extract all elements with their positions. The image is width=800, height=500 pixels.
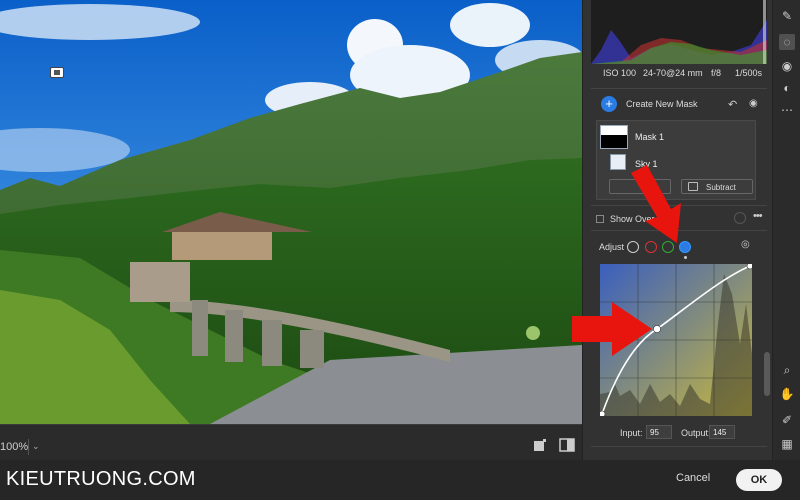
- output-label: Output:: [681, 428, 711, 438]
- divider: [591, 446, 767, 447]
- landscape-photo: [0, 0, 582, 424]
- eye-icon[interactable]: ◉: [749, 98, 758, 109]
- output-field[interactable]: 145: [709, 425, 735, 439]
- lens-value: 24-70@24 mm: [643, 68, 703, 78]
- annotation-arrow-right: [572, 302, 652, 356]
- create-mask-label[interactable]: Create New Mask: [626, 99, 698, 109]
- hand-icon[interactable]: ✋: [779, 386, 795, 402]
- input-label: Input:: [620, 428, 643, 438]
- zoom-level[interactable]: 100%: [0, 441, 28, 453]
- zoom-icon[interactable]: ⌕: [779, 362, 795, 378]
- iso-value: ISO 100: [603, 68, 637, 78]
- mask-thumbnail[interactable]: [600, 125, 628, 149]
- before-after-icon[interactable]: [559, 438, 575, 452]
- presets-icon[interactable]: ◐: [779, 80, 795, 96]
- photo-canvas[interactable]: [0, 0, 582, 424]
- adjust-label: Adjust: [599, 242, 625, 252]
- input-field[interactable]: 95: [646, 425, 672, 439]
- subtract-icon: [688, 182, 698, 191]
- shutter-value: 1/500s: [735, 68, 763, 78]
- aperture-value: f/8: [711, 68, 722, 78]
- camera-info: ISO 100 24-70@24 mm f/8 1/500s: [583, 68, 773, 82]
- targeted-adjustment-icon[interactable]: ◎: [741, 239, 750, 250]
- crop-preview-icon[interactable]: [533, 438, 547, 452]
- divider: [591, 88, 767, 89]
- eyedropper-icon[interactable]: ✐: [779, 412, 795, 428]
- create-mask-button[interactable]: +: [601, 96, 617, 112]
- subtract-label: Subtract: [706, 183, 736, 192]
- selected-channel-indicator: [684, 256, 687, 259]
- show-overlay-checkbox[interactable]: [596, 215, 604, 223]
- zoom-dropdown-icon[interactable]: ⌄: [28, 439, 42, 455]
- watermark-brand: KIEUTRUONG.COM: [6, 468, 196, 490]
- reset-icon[interactable]: ↶: [728, 98, 737, 111]
- ok-button[interactable]: OK: [736, 469, 782, 491]
- panel-scrollbar[interactable]: [764, 352, 770, 396]
- mask-icon[interactable]: ◌: [779, 34, 795, 50]
- canvas-toolbar: 100% ⌄: [0, 424, 582, 460]
- more-options-icon[interactable]: •••: [753, 210, 763, 222]
- histogram: [591, 0, 767, 64]
- annotation-arrow-down: [631, 165, 681, 243]
- more-icon[interactable]: ⋯: [779, 102, 795, 118]
- subtract-button[interactable]: Subtract: [681, 179, 753, 194]
- mask-name[interactable]: Mask 1: [635, 132, 664, 142]
- overlay-color-icon[interactable]: [734, 212, 746, 224]
- footer-bar: KIEUTRUONG.COM Cancel OK: [0, 460, 800, 500]
- tool-strip: ✎ ◌ ◉ ◐ ⋯ ⌕ ✋ ✐ ▦: [772, 0, 800, 460]
- sky-thumbnail-icon[interactable]: [610, 154, 626, 170]
- mask-pin-icon[interactable]: [50, 67, 64, 78]
- grid-icon[interactable]: ▦: [779, 436, 795, 452]
- redeye-icon[interactable]: ◉: [779, 58, 795, 74]
- cancel-button[interactable]: Cancel: [676, 472, 710, 484]
- brush-icon[interactable]: ✎: [779, 8, 795, 24]
